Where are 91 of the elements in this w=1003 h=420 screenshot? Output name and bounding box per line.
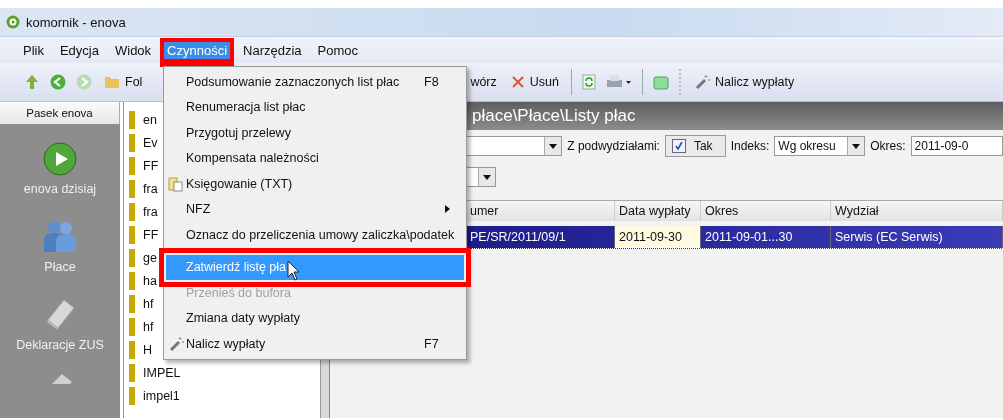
checkbox[interactable]: [671, 139, 686, 153]
wand-icon: [168, 335, 184, 352]
menu-label: Kompensata należności: [186, 151, 319, 166]
menu-label: Zmiana daty wypłaty: [186, 311, 300, 326]
table-cell: 2011-09-30: [615, 226, 701, 248]
folder-icon: [129, 318, 135, 336]
menu-item[interactable]: Plik: [16, 37, 51, 63]
menu-item[interactable]: Edycja: [52, 37, 106, 63]
back-icon[interactable]: [50, 74, 66, 90]
folder-icon[interactable]: [652, 74, 669, 90]
folder-icon: [129, 364, 135, 382]
menu-label: Podsumowanie zaznaczonych list płac: [186, 74, 400, 89]
folder-name[interactable]: IMPEL: [143, 366, 181, 380]
folder-name[interactable]: hf: [143, 320, 154, 334]
filter-dropdown[interactable]: [466, 136, 563, 156]
table-cell: Serwis (EC Serwis): [831, 226, 1003, 248]
menu-label: Przenieś do bufora: [186, 285, 291, 300]
play-icon[interactable]: [43, 142, 77, 176]
menu-label: NFZ: [186, 202, 211, 217]
wand-icon: [693, 74, 710, 90]
forward-icon[interactable]: [76, 74, 92, 90]
column-header[interactable]: Okres: [701, 201, 831, 221]
column-header[interactable]: Wydział: [831, 201, 1003, 221]
folder-name[interactable]: FF: [143, 228, 159, 242]
menu-item[interactable]: Pomoc: [310, 37, 366, 63]
window-title: komornik - enova: [26, 14, 126, 30]
menu-item[interactable]: Przygotuj przelewy: [166, 120, 464, 146]
app-icon: [6, 15, 20, 29]
menu-item[interactable]: Kompensata należności: [166, 145, 464, 171]
folder-icon: [129, 157, 135, 175]
delete-icon: [510, 75, 525, 89]
folder-icon: [129, 134, 135, 152]
document-icon: [168, 175, 184, 192]
period-field[interactable]: 2011-09-0: [910, 136, 1003, 156]
folder-icon: [129, 249, 135, 267]
folder-button[interactable]: Fol: [102, 73, 145, 91]
folder-name[interactable]: impel1: [143, 389, 180, 403]
field-label: Okres:: [870, 139, 906, 153]
folder-name[interactable]: H: [143, 343, 153, 357]
refresh-icon[interactable]: [581, 74, 596, 90]
folder-icon: [104, 75, 120, 89]
delete-button[interactable]: Usuń: [508, 73, 561, 91]
menu-item[interactable]: Renumeracja list płac: [166, 94, 464, 120]
menu-item[interactable]: Księgowanie (TXT): [166, 171, 464, 197]
field-label: Z podwydziałami:: [567, 139, 660, 153]
calculate-button[interactable]: Nalicz wypłaty: [691, 72, 797, 92]
submenu-arrow-icon: [445, 205, 450, 214]
menu-item[interactable]: Podsumowanie zaznaczonych list płac F8: [166, 69, 464, 95]
folder-icon: [129, 203, 135, 221]
menu-label: Zatwierdź listę pła: [186, 260, 287, 275]
menu-item[interactable]: Zmiana daty wypłaty: [166, 305, 464, 331]
subdivisions-toggle[interactable]: Tak: [664, 135, 726, 157]
folder-icon: [129, 180, 135, 198]
menu-label: Renumeracja list płac: [186, 100, 306, 115]
folder-name[interactable]: ha: [143, 274, 157, 288]
shortcut-label: F8: [424, 74, 440, 89]
index-dropdown[interactable]: Wg okresu: [774, 136, 866, 156]
people-icon[interactable]: [42, 218, 78, 254]
folder-icon: [129, 272, 135, 290]
folder-name[interactable]: Ev: [143, 136, 158, 150]
create-button[interactable]: wórz: [468, 73, 499, 91]
column-header[interactable]: Data wypłaty: [615, 201, 701, 221]
dropdown-arrow-icon: [483, 174, 491, 180]
menu-item[interactable]: Nalicz wypłaty F7: [166, 331, 464, 357]
folder-name[interactable]: fra: [143, 205, 158, 219]
printer-icon[interactable]: [605, 74, 632, 90]
menu-label: Przygotuj przelewy: [186, 125, 291, 140]
panel-path: płace\Płace\Listy płac: [472, 106, 636, 125]
shortcut-label: F7: [424, 336, 440, 351]
folder-name[interactable]: hf: [143, 297, 154, 311]
up-arrow-icon[interactable]: [24, 74, 40, 90]
folder-icon: [129, 295, 135, 313]
folder-name[interactable]: FF: [143, 159, 159, 173]
cursor-icon: [287, 260, 302, 283]
folder-icon: [129, 226, 135, 244]
dropdown[interactable]: [466, 167, 496, 187]
sidebar-header: Pasek enova: [0, 102, 120, 124]
field-label: Indeks:: [730, 139, 770, 153]
folder-icon: [129, 111, 135, 129]
folder-name[interactable]: fra: [143, 182, 158, 196]
folder-name[interactable]: en: [143, 113, 157, 127]
folder-icon: [129, 387, 135, 405]
menu-label: Nalicz wypłaty: [186, 336, 266, 351]
folder-icon: [129, 341, 135, 359]
menu-item[interactable]: Narzędzia: [236, 37, 309, 63]
menu-item[interactable]: Widok: [108, 37, 159, 63]
menu-label: Księgowanie (TXT): [186, 176, 293, 191]
table-cell: 2011-09-01...30: [701, 226, 831, 248]
dropdown-arrow-icon: [549, 143, 558, 149]
folder-name[interactable]: ge: [143, 251, 157, 265]
dropdown-arrow-icon: [852, 143, 861, 149]
